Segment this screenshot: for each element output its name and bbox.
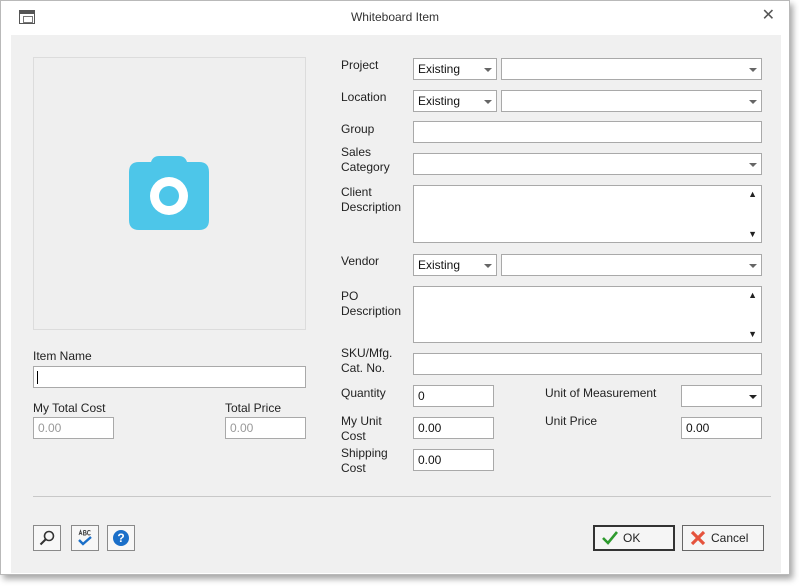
- location-label: Location: [341, 90, 387, 104]
- help-button[interactable]: ?: [107, 525, 135, 551]
- cancel-button-label: Cancel: [711, 531, 749, 545]
- search-button[interactable]: [33, 525, 61, 551]
- my-total-cost-label: My Total Cost: [33, 401, 106, 415]
- unit-of-measurement-label: Unit of Measurement: [545, 386, 657, 400]
- spellcheck-button[interactable]: [71, 525, 99, 551]
- dialog-title: Whiteboard Item: [350, 10, 440, 24]
- vendor-label: Vendor: [341, 254, 380, 268]
- shipping-cost-label: Shipping Cost: [341, 446, 388, 476]
- checkmark-icon: [601, 530, 619, 546]
- my-unit-cost-input[interactable]: 0.00: [413, 417, 494, 439]
- unit-price-input[interactable]: 0.00: [681, 417, 762, 439]
- chevron-down-icon: [749, 395, 757, 399]
- dialog-window: Whiteboard Item ✕ Item Name My Total Cos…: [0, 0, 790, 575]
- sales-category-label: Sales Category: [341, 145, 390, 175]
- po-description-label: PO Description: [341, 289, 401, 319]
- item-name-label: Item Name: [33, 349, 92, 363]
- footer-separator: [33, 496, 771, 497]
- scroll-up-icon[interactable]: ▲: [748, 189, 757, 199]
- camera-icon: [129, 156, 209, 230]
- po-description-textarea[interactable]: ▲ ▼: [413, 286, 762, 343]
- my-unit-cost-label-line2: Cost: [341, 429, 366, 443]
- quantity-input[interactable]: 0: [413, 385, 494, 407]
- project-select[interactable]: [501, 58, 762, 80]
- chevron-down-icon: [484, 264, 492, 268]
- sales-category-select[interactable]: [413, 153, 762, 175]
- shipping-cost-input[interactable]: 0.00: [413, 449, 494, 471]
- my-total-cost-field: 0.00: [33, 417, 114, 439]
- shipping-cost-label-line2: Cost: [341, 461, 366, 475]
- client-description-textarea[interactable]: ▲ ▼: [413, 185, 762, 243]
- vendor-select[interactable]: [501, 254, 762, 276]
- location-mode-select[interactable]: Existing: [413, 90, 497, 112]
- sku-input[interactable]: [413, 353, 762, 375]
- quantity-label: Quantity: [341, 386, 386, 400]
- help-icon: ?: [113, 530, 129, 546]
- project-mode-select[interactable]: Existing: [413, 58, 497, 80]
- svg-text:?: ?: [117, 531, 124, 545]
- vendor-mode-value: Existing: [418, 258, 461, 272]
- item-name-input[interactable]: [33, 366, 306, 388]
- location-mode-value: Existing: [418, 94, 461, 108]
- close-icon[interactable]: ✕: [762, 5, 775, 25]
- po-description-label-line1: PO: [341, 289, 359, 303]
- group-input[interactable]: [413, 121, 762, 143]
- sales-category-label-line2: Category: [341, 160, 390, 174]
- client-description-label: Client Description: [341, 185, 401, 215]
- cross-icon: [689, 530, 707, 546]
- po-description-label-line2: Description: [341, 304, 402, 318]
- my-unit-cost-label: My Unit Cost: [341, 414, 382, 444]
- magnifier-icon: [39, 530, 55, 546]
- title-bar: Whiteboard Item ✕: [1, 1, 789, 35]
- chevron-down-icon: [749, 68, 757, 72]
- client-description-label-line1: Client: [341, 185, 372, 199]
- spellcheck-icon: [78, 529, 92, 546]
- unit-price-label: Unit Price: [545, 414, 598, 428]
- total-price-label: Total Price: [225, 401, 282, 415]
- client-description-label-line2: Description: [341, 200, 402, 214]
- project-mode-value: Existing: [418, 62, 461, 76]
- scroll-up-icon[interactable]: ▲: [748, 290, 757, 300]
- group-label: Group: [341, 122, 375, 136]
- item-photo-area[interactable]: [33, 57, 306, 330]
- chevron-down-icon: [749, 163, 757, 167]
- total-price-field: 0.00: [225, 417, 306, 439]
- unit-of-measurement-select[interactable]: [681, 385, 762, 407]
- scroll-down-icon[interactable]: ▼: [748, 329, 757, 339]
- sku-label: SKU/Mfg. Cat. No.: [341, 346, 392, 376]
- chevron-down-icon: [749, 264, 757, 268]
- ok-button[interactable]: OK: [593, 525, 675, 551]
- sales-category-label-line1: Sales: [341, 145, 372, 159]
- project-label: Project: [341, 58, 379, 72]
- shipping-cost-label-line1: Shipping: [341, 446, 388, 460]
- dialog-content: Item Name My Total Cost 0.00 Total Price…: [11, 35, 781, 573]
- text-caret: [37, 371, 38, 384]
- scroll-down-icon[interactable]: ▼: [748, 229, 757, 239]
- my-unit-cost-label-line1: My Unit: [341, 414, 382, 428]
- vendor-mode-select[interactable]: Existing: [413, 254, 497, 276]
- location-select[interactable]: [501, 90, 762, 112]
- ok-button-label: OK: [623, 531, 641, 545]
- chevron-down-icon: [484, 100, 492, 104]
- chevron-down-icon: [749, 100, 757, 104]
- sku-label-line2: Cat. No.: [341, 361, 386, 375]
- chevron-down-icon: [484, 68, 492, 72]
- sku-label-line1: SKU/Mfg.: [341, 346, 393, 360]
- cancel-button[interactable]: Cancel: [682, 525, 764, 551]
